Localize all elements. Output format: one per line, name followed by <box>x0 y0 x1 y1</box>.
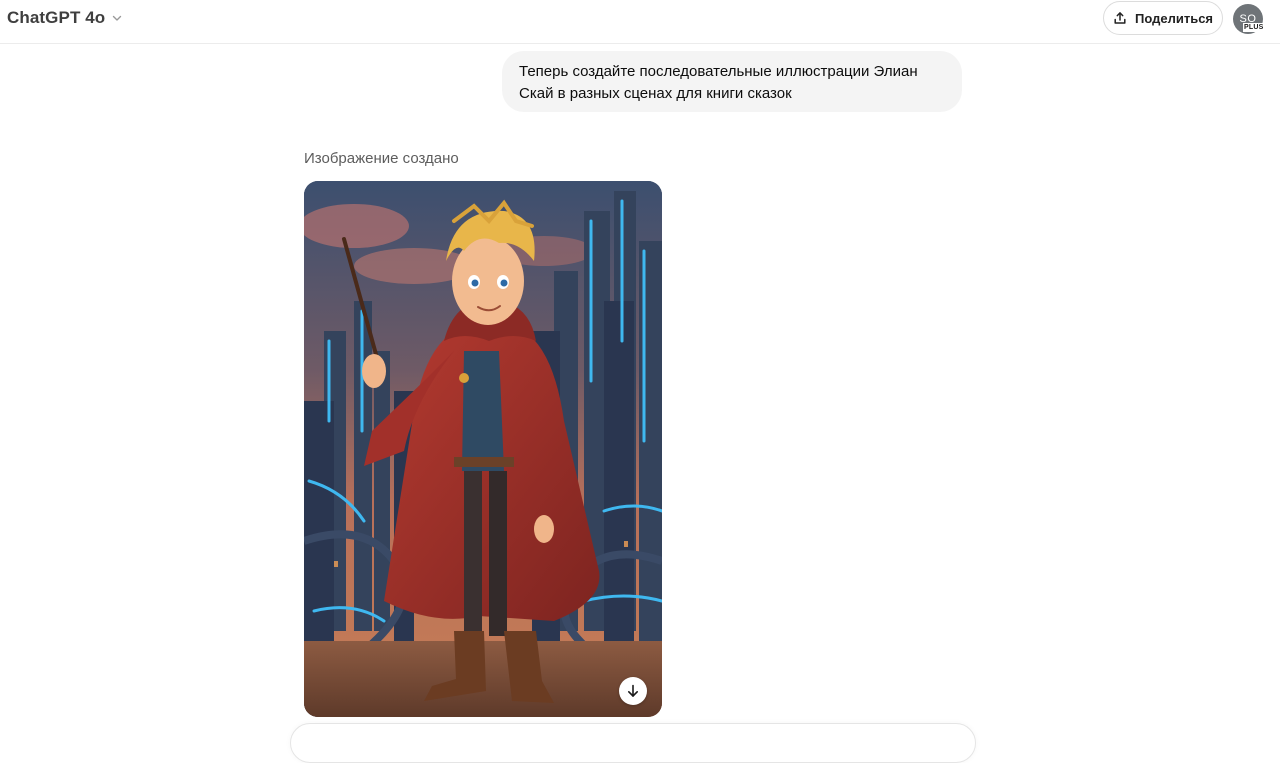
top-bar: ChatGPT 4o Поделиться SO PLUS <box>0 0 1280 44</box>
chevron-down-icon <box>113 15 122 21</box>
model-name: ChatGPT 4o <box>7 8 106 27</box>
image-created-label: Изображение создано <box>304 150 459 167</box>
share-button-label: Поделиться <box>1134 10 1214 26</box>
plan-badge: PLUS <box>1243 23 1265 32</box>
user-message-bubble: Теперь создайте последовательные иллюстр… <box>502 51 962 112</box>
generated-image-art <box>304 181 662 717</box>
user-message-text: Теперь создайте последовательные иллюстр… <box>519 63 918 102</box>
share-button[interactable]: Поделиться <box>1103 1 1223 35</box>
message-composer[interactable] <box>290 723 976 763</box>
arrow-down-icon <box>628 684 638 697</box>
generated-image[interactable] <box>304 181 662 717</box>
model-switcher[interactable]: ChatGPT 4o <box>7 6 123 30</box>
download-image-button[interactable] <box>619 677 647 705</box>
share-upload-icon <box>1114 12 1126 24</box>
